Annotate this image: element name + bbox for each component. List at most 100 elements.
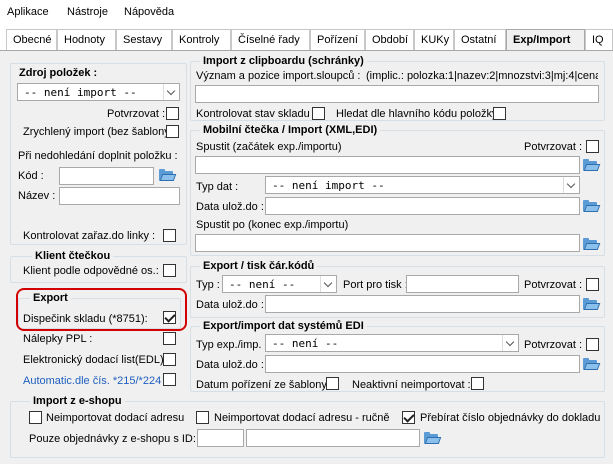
tab-hodnoty[interactable]: Hodnoty	[57, 29, 116, 51]
folder-open-icon[interactable]	[583, 237, 601, 251]
menu-bar: Aplikace Nástroje Nápověda	[0, 0, 613, 24]
kontrolovat-stav-label: Kontrolovat stav skladu :	[196, 108, 316, 120]
folder-open-icon[interactable]	[583, 199, 601, 213]
chevron-down-icon	[320, 276, 336, 292]
folder-open-icon[interactable]	[583, 158, 601, 172]
spustit-po-input[interactable]	[195, 234, 580, 252]
zrychleny-label: Zrychlený import (bez šablony	[23, 126, 166, 138]
menu-nastroje[interactable]: Nástroje	[67, 6, 108, 18]
klient-label: Klient podle odpovědné os.:	[23, 265, 159, 277]
tisk-data-input[interactable]	[265, 295, 580, 313]
tab-sestavy[interactable]: Sestavy	[116, 29, 172, 51]
spustit-input[interactable]	[195, 156, 580, 174]
tab-exp-import[interactable]: Exp/Import	[506, 29, 585, 52]
edi-data-label: Data ulož.do :	[196, 359, 264, 371]
klient-title: Klient čtečkou	[32, 250, 114, 262]
mobilni-potvrzovat-label: Potvrzovat :	[524, 141, 583, 153]
tisk-title: Export / tisk čár.kódů	[200, 260, 318, 272]
neimportovat-rucne-label: Neimportovat dodací adresu - ručně	[214, 412, 390, 424]
tab-obecne[interactable]: Obecné	[6, 29, 57, 51]
zrychleny-checkbox[interactable]	[166, 125, 179, 138]
folder-open-icon[interactable]	[583, 297, 601, 311]
neimportovat-adresu-checkbox[interactable]	[29, 411, 42, 424]
edi-typ-value: -- není --	[272, 337, 339, 350]
port-input[interactable]	[406, 275, 519, 293]
typ-dat-combo[interactable]: -- není import --	[265, 176, 580, 194]
prebirat-checkbox[interactable]	[402, 411, 415, 424]
nalepky-checkbox[interactable]	[163, 332, 176, 345]
kontrolovat-zaraz-label: Kontrolovat zařaz.do linky :	[23, 230, 156, 242]
zdroj-potvrzovat-label: Potvrzovat :	[107, 108, 166, 120]
edi-title: Export/import dat systémů EDI	[200, 320, 367, 332]
datum-checkbox[interactable]	[326, 377, 339, 390]
zdroj-potvrzovat-checkbox[interactable]	[166, 107, 179, 120]
kod-input[interactable]	[59, 167, 154, 185]
tisk-potvrzovat-label: Potvrzovat :	[524, 279, 583, 291]
folder-open-icon[interactable]	[159, 168, 177, 182]
tab-iq[interactable]: IQ	[585, 29, 613, 51]
nazev-label: Název :	[18, 190, 56, 202]
spustit-label: Spustit (začátek exp./importu)	[196, 141, 342, 153]
mobilni-data-input[interactable]	[265, 197, 580, 215]
kontrolovat-zaraz-checkbox[interactable]	[163, 229, 176, 242]
hledat-label: Hledat dle hlavního kódu položky	[336, 108, 498, 120]
edi-typ-combo[interactable]: -- není --	[265, 334, 519, 352]
tab-ciselne-rady[interactable]: Číselné řady	[231, 29, 310, 51]
chevron-down-icon	[502, 335, 518, 351]
edl-label: Elektronický dodací list(EDL):	[23, 354, 167, 366]
eshop-id-input[interactable]	[197, 429, 244, 447]
edi-potvrzovat-label: Potvrzovat :	[524, 339, 583, 351]
nalepky-label: Nálepky PPL :	[23, 333, 93, 345]
automatic-label: Automatic.dle čís. *215/*224	[23, 375, 162, 387]
pouze-label: Pouze objednávky z e-shopu s ID:	[29, 433, 196, 445]
mobilni-title: Mobilní čtečka / Import (XML,EDI)	[200, 124, 381, 136]
automatic-checkbox[interactable]	[163, 373, 176, 386]
tab-kuky[interactable]: KUKy	[414, 29, 454, 51]
edi-data-input[interactable]	[265, 355, 580, 373]
tisk-typ-label: Typ :	[196, 279, 220, 291]
mobilni-data-label: Data ulož.do :	[196, 201, 264, 213]
spustit-po-label: Spustit po (konec exp./importu)	[196, 219, 349, 231]
edi-typ-label: Typ exp./imp.	[196, 339, 262, 351]
kontrolovat-stav-checkbox[interactable]	[312, 107, 325, 120]
tisk-typ-combo[interactable]: -- není --	[222, 275, 337, 293]
eshop-path-input[interactable]	[246, 429, 420, 447]
nazev-input[interactable]	[59, 187, 180, 205]
typ-dat-value: -- není import --	[272, 179, 385, 192]
zdroj-combo[interactable]: -- není import --	[17, 83, 180, 101]
neimportovat-adresu-label: Neimportovat dodací adresu	[46, 412, 185, 424]
prebirat-label: Přebírat číslo objednávky do dokladu	[420, 412, 601, 424]
clipboard-title: Import z clipboardu (schránky)	[200, 55, 367, 67]
chevron-down-icon	[563, 177, 579, 193]
folder-open-icon[interactable]	[424, 431, 442, 445]
menu-aplikace[interactable]: Aplikace	[7, 6, 49, 18]
tab-bar: Obecné Hodnoty Sestavy Kontroly Číselné …	[0, 29, 613, 52]
tab-obdobi[interactable]: Období	[365, 29, 414, 51]
highlight-box	[16, 288, 187, 331]
edi-potvrzovat-checkbox[interactable]	[586, 338, 599, 351]
neaktivni-checkbox[interactable]	[471, 377, 484, 390]
edl-checkbox[interactable]	[163, 353, 176, 366]
tab-kontroly[interactable]: Kontroly	[172, 29, 231, 51]
zdroj-title: Zdroj položek :	[16, 67, 101, 79]
zdroj-combo-value: -- není import --	[24, 86, 137, 99]
tab-ostatni[interactable]: Ostatní	[454, 29, 506, 51]
datum-label: Datum pořízení ze šablony :	[196, 379, 333, 391]
neaktivni-label: Neaktivní neimportovat :	[352, 379, 471, 391]
tab-porizeni[interactable]: Pořízení	[310, 29, 365, 51]
vyznam-input[interactable]	[195, 85, 599, 103]
typ-dat-label: Typ dat :	[196, 181, 239, 193]
tisk-potvrzovat-checkbox[interactable]	[586, 278, 599, 291]
menu-napoveda[interactable]: Nápověda	[124, 6, 174, 18]
mobilni-potvrzovat-checkbox[interactable]	[586, 140, 599, 153]
tisk-typ-value: -- není --	[229, 278, 296, 291]
implic-label: (implic.: polozka:1|nazev:2|mnozstvi:3|m…	[366, 70, 598, 82]
kod-label: Kód :	[18, 170, 44, 182]
klient-checkbox[interactable]	[163, 264, 176, 277]
eshop-title: Import z e-shopu	[30, 395, 125, 407]
nedohledani-label: Při nedohledání doplnit položku :	[18, 150, 178, 162]
hledat-checkbox[interactable]	[493, 107, 506, 120]
tisk-data-label: Data ulož.do :	[196, 299, 264, 311]
neimportovat-rucne-checkbox[interactable]	[196, 411, 209, 424]
folder-open-icon[interactable]	[583, 357, 601, 371]
